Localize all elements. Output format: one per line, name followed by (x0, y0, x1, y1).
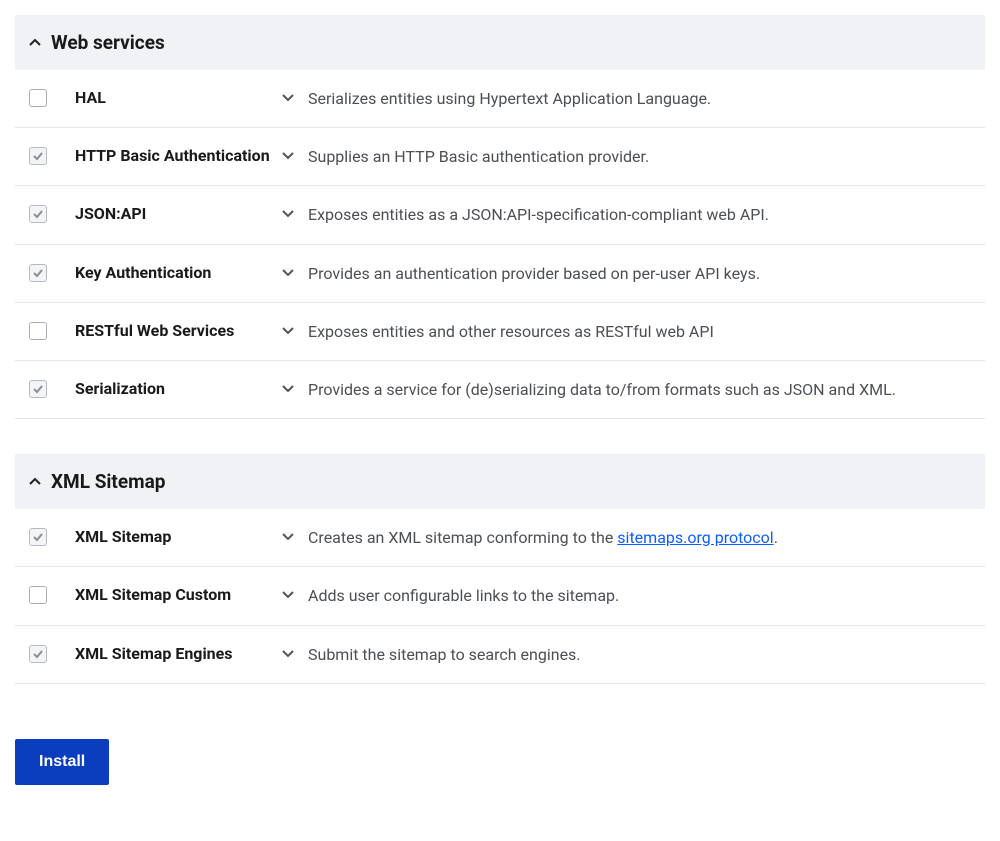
module-name: XML Sitemap (47, 526, 282, 548)
checkbox[interactable] (29, 147, 47, 165)
sitemaps-protocol-link[interactable]: sitemaps.org protocol (617, 528, 773, 547)
module-row: XML Sitemap Creates an XML sitemap confo… (15, 509, 985, 567)
module-description: Provides an authentication provider base… (308, 262, 971, 285)
module-description: Serializes entities using Hypertext Appl… (308, 87, 971, 110)
checkbox[interactable] (29, 528, 47, 546)
module-description: Submit the sitemap to search engines. (308, 643, 971, 666)
section-title: Web services (51, 31, 165, 54)
checkbox[interactable] (29, 205, 47, 223)
module-name: XML Sitemap Custom (47, 584, 282, 606)
module-row: JSON:API Exposes entities as a JSON:API-… (15, 186, 985, 244)
module-name: JSON:API (47, 203, 282, 225)
chevron-down-icon[interactable] (282, 530, 296, 542)
module-row: HTTP Basic Authentication Supplies an HT… (15, 128, 985, 186)
module-row: Serialization Provides a service for (de… (15, 361, 985, 419)
chevron-down-icon[interactable] (282, 266, 296, 278)
module-description: Supplies an HTTP Basic authentication pr… (308, 145, 971, 168)
chevron-up-icon (29, 476, 41, 488)
section-header[interactable]: Web services (15, 15, 985, 70)
module-row: Key Authentication Provides an authentic… (15, 245, 985, 303)
module-name: RESTful Web Services (47, 320, 282, 342)
module-description: Adds user configurable links to the site… (308, 584, 971, 607)
chevron-down-icon[interactable] (282, 91, 296, 103)
module-name: Serialization (47, 378, 282, 400)
install-button[interactable]: Install (15, 739, 109, 785)
chevron-down-icon[interactable] (282, 382, 296, 394)
module-row: RESTful Web Services Exposes entities an… (15, 303, 985, 361)
checkbox[interactable] (29, 586, 47, 604)
chevron-down-icon[interactable] (282, 588, 296, 600)
module-description: Creates an XML sitemap conforming to the… (308, 526, 971, 549)
module-description: Exposes entities and other resources as … (308, 320, 971, 343)
module-description: Exposes entities as a JSON:API-specifica… (308, 203, 971, 226)
checkbox[interactable] (29, 645, 47, 663)
checkbox[interactable] (29, 380, 47, 398)
section-header[interactable]: XML Sitemap (15, 454, 985, 509)
module-row: HAL Serializes entities using Hypertext … (15, 70, 985, 128)
module-name: Key Authentication (47, 262, 282, 284)
module-row: XML Sitemap Engines Submit the sitemap t… (15, 626, 985, 684)
module-name: XML Sitemap Engines (47, 643, 282, 665)
checkbox[interactable] (29, 322, 47, 340)
section-xml-sitemap: XML Sitemap XML Sitemap Creates an XML s… (15, 454, 985, 684)
chevron-up-icon (29, 37, 41, 49)
checkbox[interactable] (29, 89, 47, 107)
chevron-down-icon[interactable] (282, 207, 296, 219)
module-description: Provides a service for (de)serializing d… (308, 378, 971, 401)
chevron-down-icon[interactable] (282, 647, 296, 659)
checkbox[interactable] (29, 264, 47, 282)
module-row: XML Sitemap Custom Adds user configurabl… (15, 567, 985, 625)
module-name: HTTP Basic Authentication (47, 145, 282, 167)
section-title: XML Sitemap (51, 470, 165, 493)
chevron-down-icon[interactable] (282, 149, 296, 161)
chevron-down-icon[interactable] (282, 324, 296, 336)
section-web-services: Web services HAL Serializes entities usi… (15, 15, 985, 419)
module-name: HAL (47, 87, 282, 109)
